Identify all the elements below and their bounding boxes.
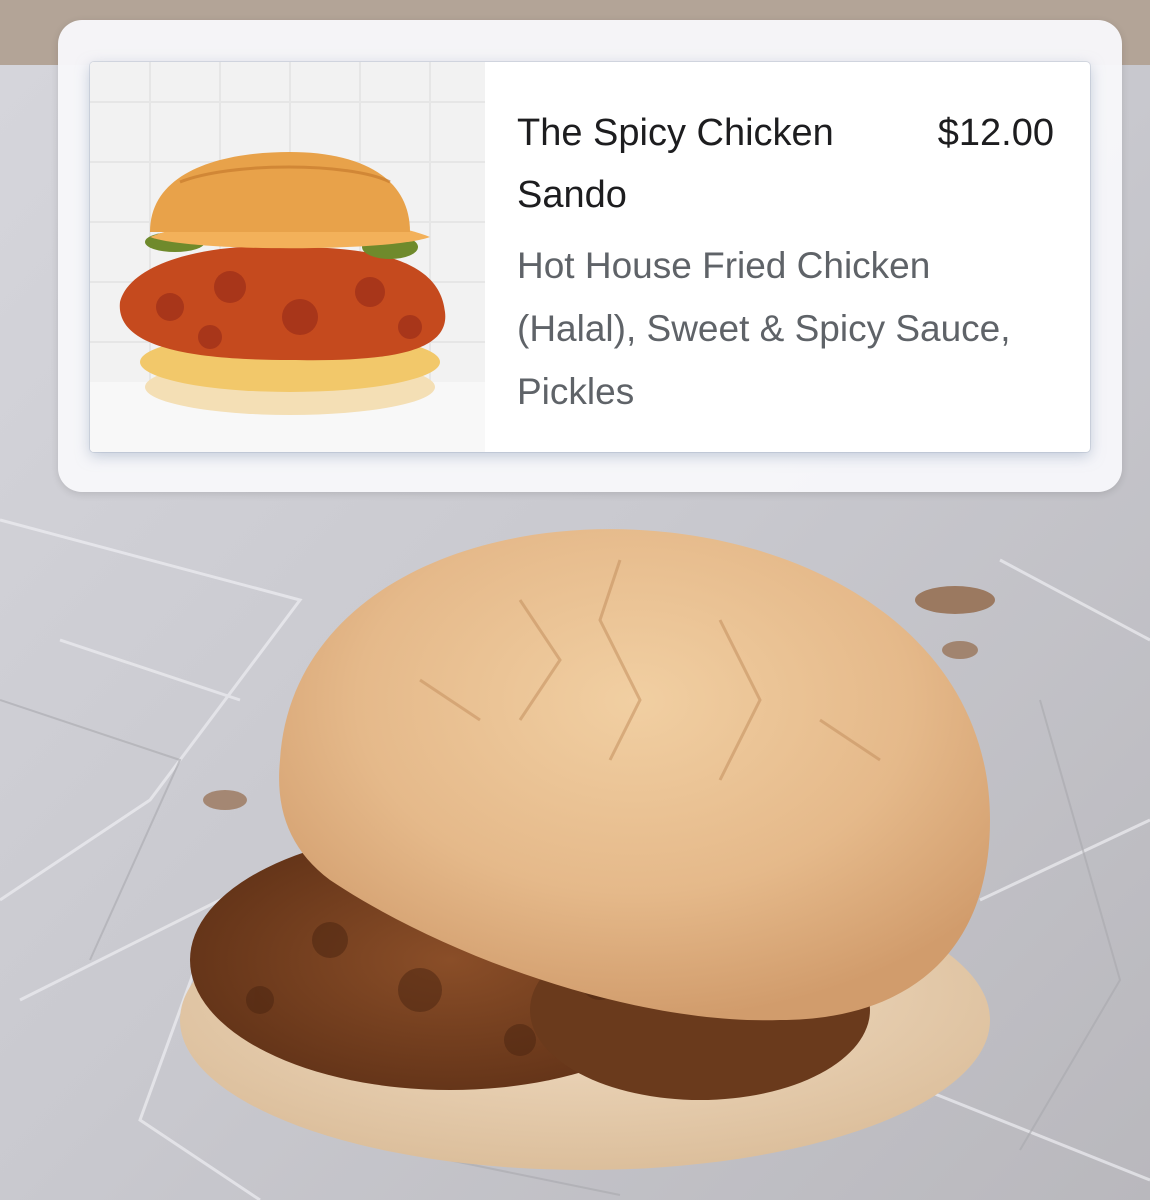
menu-item-title: The Spicy Chicken Sando [517,112,834,216]
menu-item-card[interactable]: The Spicy Chicken Sando $12.00 Hot House… [90,62,1090,452]
menu-item-price: $12.00 [937,112,1054,154]
menu-item-thumbnail [90,62,485,452]
menu-item-description: Hot House Fried Chicken (Halal), Sweet &… [517,245,1011,412]
spicy-chicken-sandwich-image [90,62,485,452]
